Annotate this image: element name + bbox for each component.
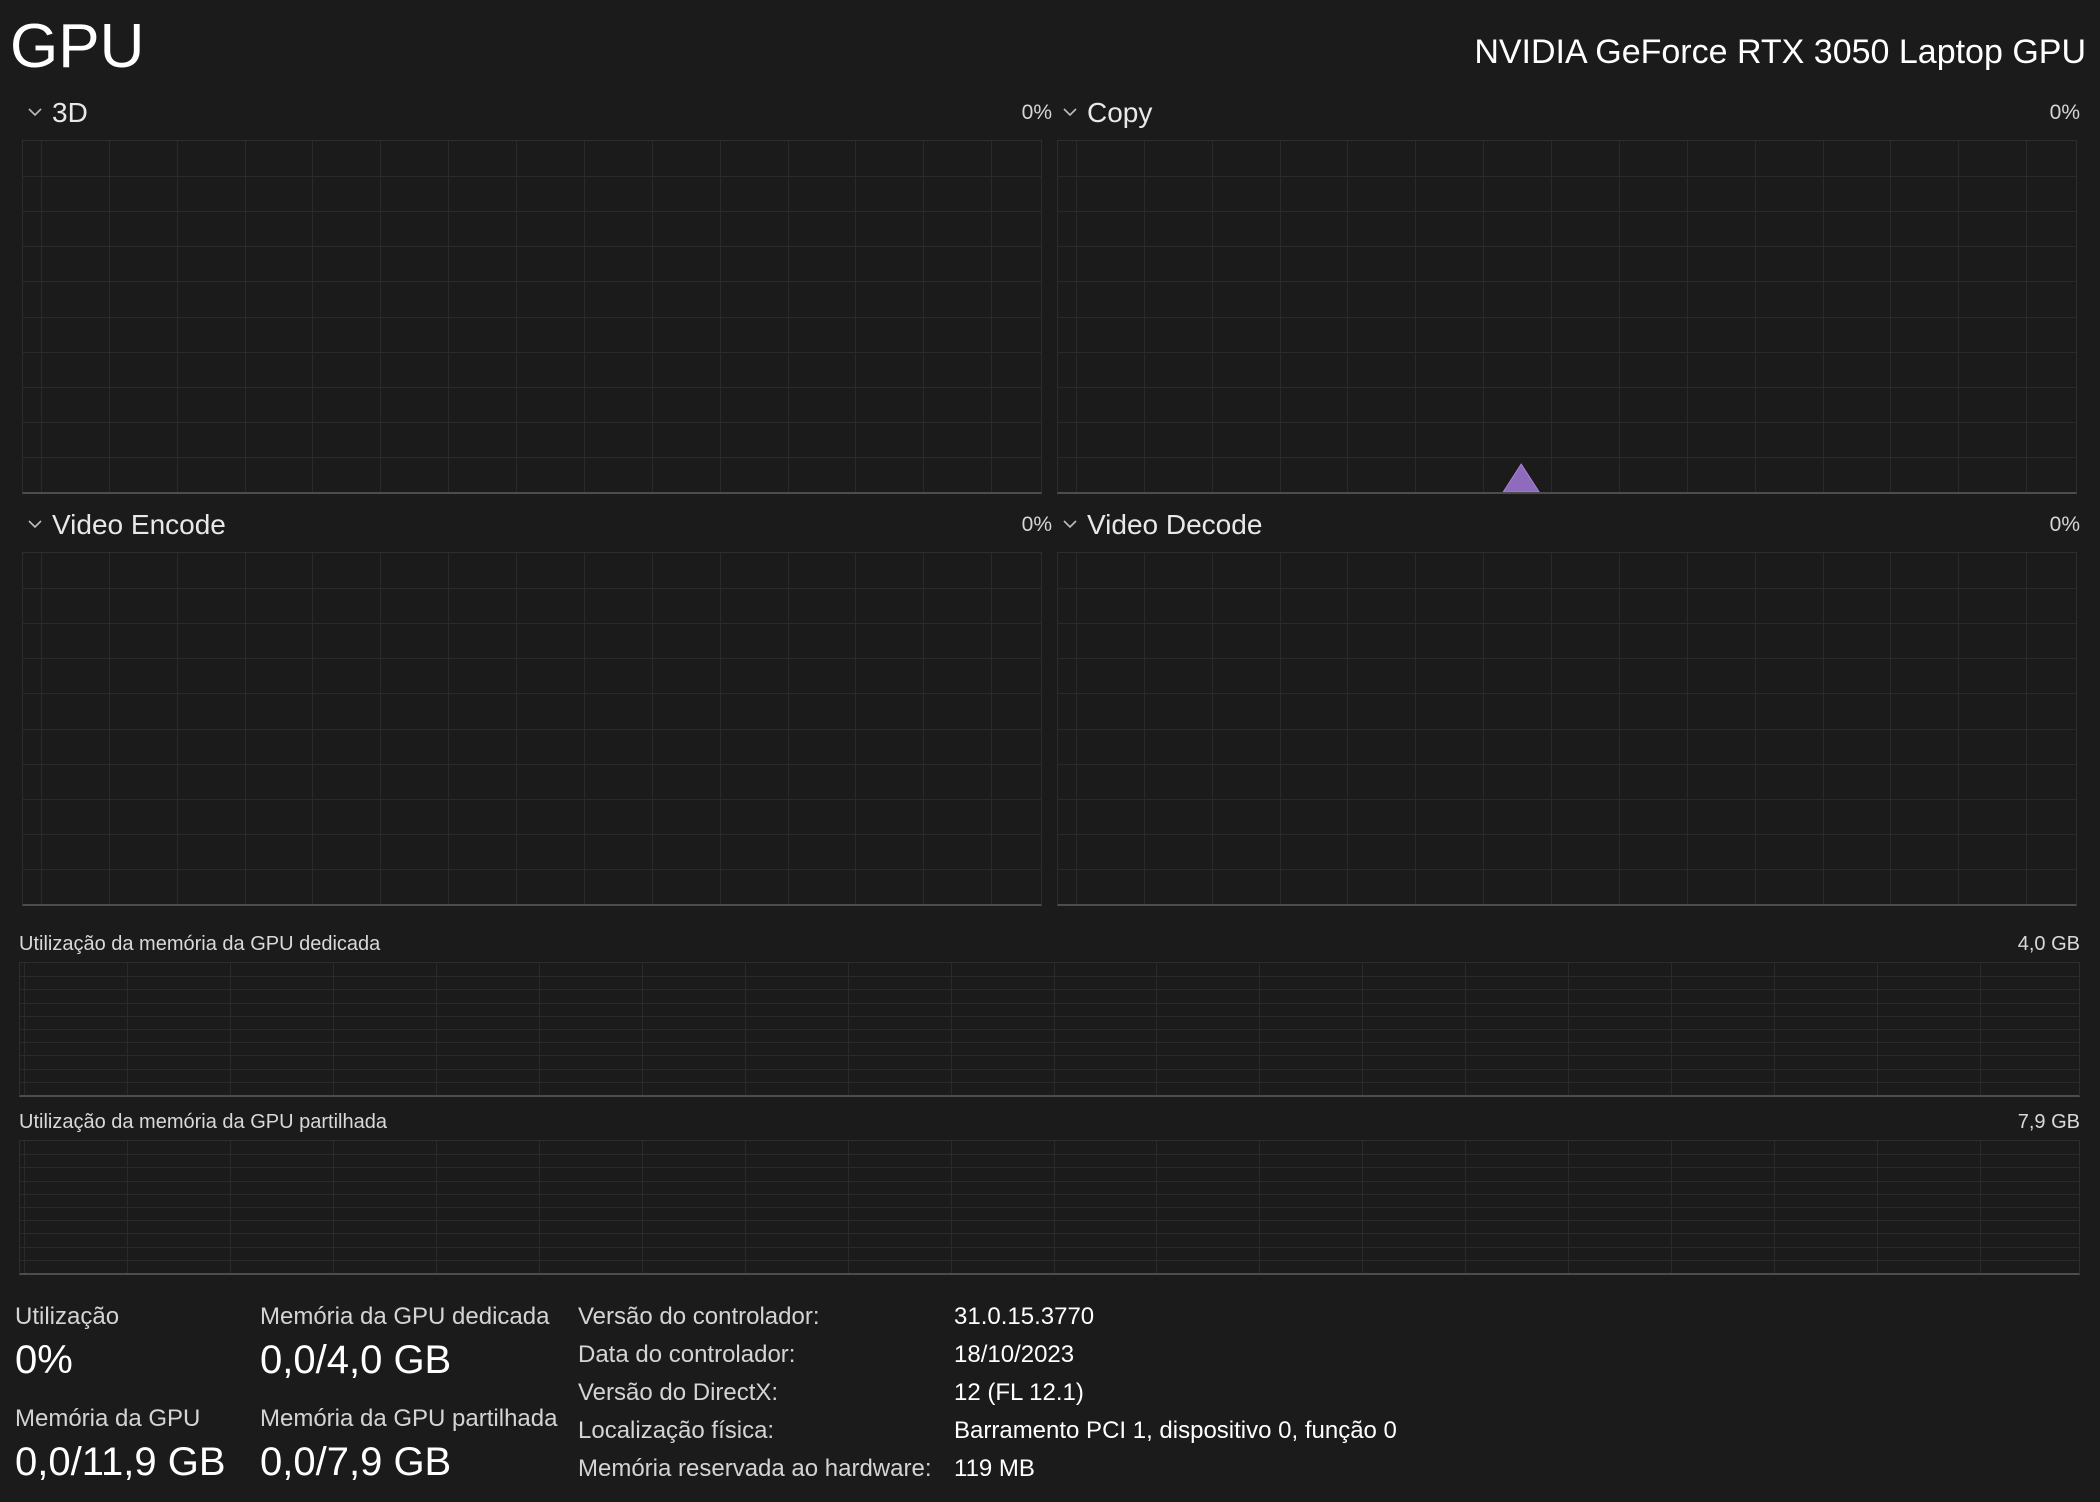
chevron-down-icon (28, 520, 42, 529)
engine-selector-video-encode[interactable]: Video Encode 0% (22, 505, 1052, 545)
dedicated-memory-graph-label: Utilização da memória da GPU dedicada (19, 933, 381, 955)
grid-lines (20, 963, 2079, 1095)
shared-memory-graph-max: 7,9 GB (2017, 1111, 2080, 1133)
shared-memory-label: Memória da GPU partilhada (260, 1405, 558, 1432)
physical-location-value: Barramento PCI 1, dispositivo 0, função … (954, 1417, 1397, 1444)
grid-lines (1058, 553, 2076, 904)
shared-memory-graph-label: Utilização da memória da GPU partilhada (19, 1111, 387, 1133)
copy-activity-spike (1502, 463, 1540, 492)
gpu-memory-label: Memória da GPU (15, 1405, 201, 1432)
gpu-memory-value: 0,0/11,9 GB (15, 1440, 226, 1484)
utilization-value: 0% (15, 1338, 73, 1382)
physical-location-label: Localização física: (578, 1417, 775, 1444)
grid-lines (20, 1141, 2079, 1273)
dedicated-memory-graph (19, 962, 2080, 1097)
engine-percent: 0% (1021, 513, 1052, 536)
engine-selector-3d[interactable]: 3D 0% (22, 93, 1052, 133)
grid-lines (23, 553, 1041, 904)
chevron-down-icon (1063, 520, 1077, 529)
hardware-reserved-memory-value: 119 MB (954, 1455, 1035, 1482)
dedicated-memory-graph-max: 4,0 GB (2017, 933, 2080, 955)
shared-memory-value: 0,0/7,9 GB (260, 1440, 452, 1484)
driver-version-value: 31.0.15.3770 (954, 1303, 1095, 1330)
shared-memory-graph (19, 1140, 2080, 1275)
utilization-label: Utilização (15, 1303, 120, 1330)
engine-selector-video-decode[interactable]: Video Decode 0% (1057, 505, 2080, 545)
chevron-down-icon (28, 108, 42, 117)
engine-graph-video-decode (1057, 552, 2077, 906)
page-title: GPU (10, 12, 145, 81)
chevron-down-icon (1063, 108, 1077, 117)
directx-version-label: Versão do DirectX: (578, 1379, 779, 1406)
grid-lines (23, 141, 1041, 492)
device-name: NVIDIA GeForce RTX 3050 Laptop GPU (1474, 33, 2086, 71)
driver-version-label: Versão do controlador: (578, 1303, 820, 1330)
hardware-reserved-memory-label: Memória reservada ao hardware: (578, 1455, 932, 1482)
engine-name: Copy (1087, 97, 1153, 128)
engine-graph-copy (1057, 140, 2077, 494)
dedicated-memory-label: Memória da GPU dedicada (260, 1303, 550, 1330)
engine-graph-3d (22, 140, 1042, 494)
directx-version-value: 12 (FL 12.1) (954, 1379, 1084, 1406)
engine-percent: 0% (2049, 513, 2080, 536)
driver-date-value: 18/10/2023 (954, 1341, 1075, 1368)
dedicated-memory-value: 0,0/4,0 GB (260, 1338, 452, 1382)
engine-percent: 0% (2049, 101, 2080, 124)
engine-graph-video-encode (22, 552, 1042, 906)
engine-name: Video Decode (1087, 509, 1263, 540)
engine-percent: 0% (1021, 101, 1052, 124)
engine-selector-copy[interactable]: Copy 0% (1057, 93, 2080, 133)
engine-name: 3D (52, 97, 88, 128)
grid-lines (1058, 141, 2076, 492)
driver-date-label: Data do controlador: (578, 1341, 796, 1368)
engine-name: Video Encode (52, 509, 226, 540)
